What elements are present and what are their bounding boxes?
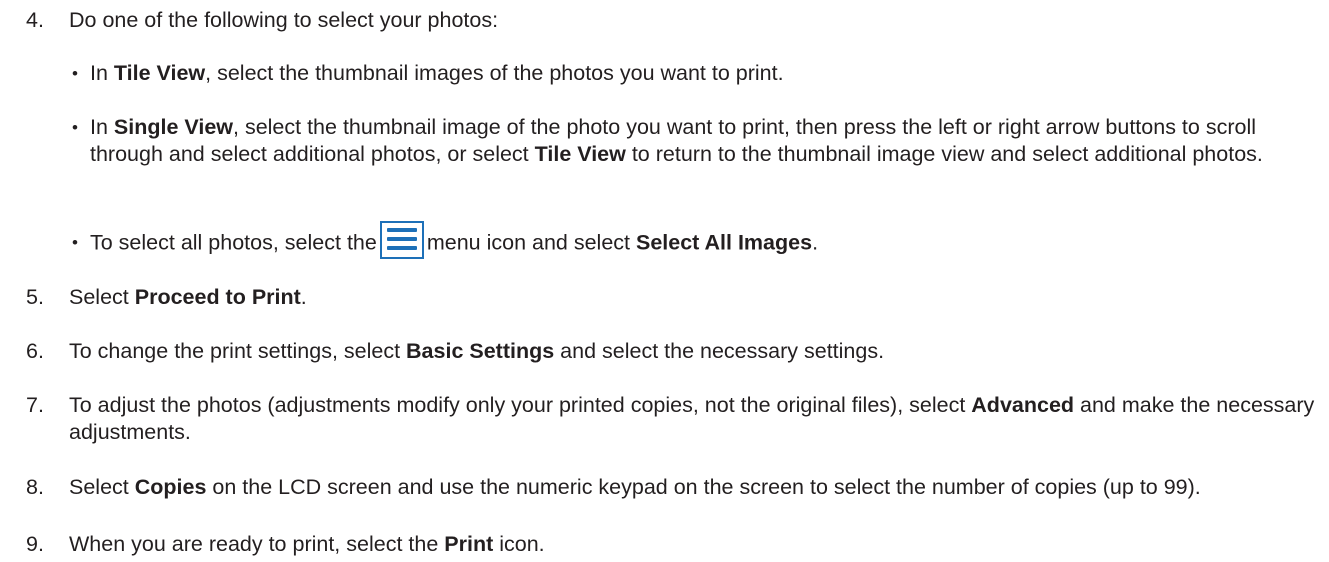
step-text: When you are ready to print, select the … xyxy=(69,532,545,556)
step-number: 4. xyxy=(26,8,44,32)
step-text: Select Copies on the LCD screen and use … xyxy=(69,475,1201,499)
bullet-text: In Tile View, select the thumbnail image… xyxy=(90,61,784,85)
step-text: To change the print settings, select Bas… xyxy=(69,339,885,363)
bullet-dot: • xyxy=(72,118,78,137)
menu-icon xyxy=(379,221,424,259)
step-text: Do one of the following to select your p… xyxy=(69,8,499,32)
step-text: To adjust the photos (adjustments modify… xyxy=(69,393,1315,444)
step-number: 9. xyxy=(26,532,44,556)
step-number: 8. xyxy=(26,475,44,499)
step-number: 7. xyxy=(26,393,44,417)
instructions-document: 4. Do one of the following to select you… xyxy=(0,0,1329,562)
bullet-text: To select all photos, select the menu ico… xyxy=(90,221,1321,259)
bullet-dot: • xyxy=(72,233,78,252)
bullet-dot: • xyxy=(72,64,78,83)
bullet-text: In Single View, select the thumbnail ima… xyxy=(90,115,1263,166)
step-number: 5. xyxy=(26,285,44,309)
step-number: 6. xyxy=(26,339,44,363)
step-text: Select Proceed to Print. xyxy=(69,285,307,309)
